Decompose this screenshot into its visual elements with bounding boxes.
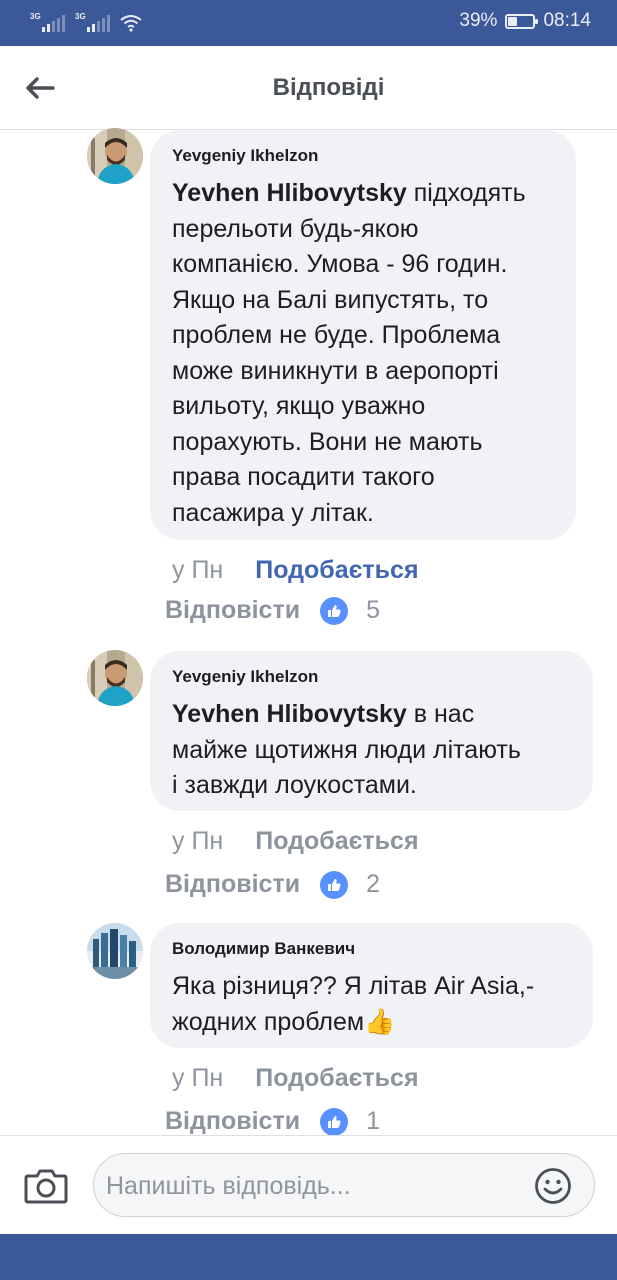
comment-time: у Пн: [172, 827, 224, 855]
like-button[interactable]: Подобається: [255, 1064, 418, 1093]
comment-time: у Пн: [172, 1064, 224, 1092]
status-bar: 3G 3G 39% 08:14: [0, 0, 617, 46]
like-count[interactable]: 5: [366, 596, 380, 625]
comment-bubble: Володимир Ванкевич Яка різниця?? Я літав…: [150, 923, 593, 1048]
comment-reply-row: Відповісти 1: [165, 1107, 380, 1136]
comment-author[interactable]: Володимир Ванкевич: [172, 939, 573, 959]
comment-actions: у Пн Подобається: [172, 827, 419, 856]
reply-composer: [0, 1135, 617, 1235]
clock: 08:14: [543, 10, 591, 31]
like-button[interactable]: Подобається: [255, 827, 418, 856]
thumbs-up-icon: [320, 596, 349, 625]
avatar[interactable]: [87, 923, 143, 979]
camera-button[interactable]: [24, 1166, 68, 1206]
thumbs-up-icon: [320, 1107, 349, 1136]
avatar[interactable]: [87, 650, 143, 706]
comment-author[interactable]: Yevgeniy Ikhelzon: [172, 146, 556, 166]
comment-bubble: Yevgeniy Ikhelzon Yevhen Hlibovytsky під…: [150, 130, 576, 540]
signal-icon: 3G: [30, 12, 65, 32]
comment-text: Yevhen Hlibovytsky підходять перельоти бу…: [172, 179, 526, 527]
comment-bubble: Yevgeniy Ikhelzon Yevhen Hlibovytsky в н…: [150, 651, 593, 811]
smiley-icon: [535, 1168, 571, 1204]
comment-text: Yevhen Hlibovytsky в нас майже щотижня лю…: [172, 700, 521, 799]
comment-text: Яка різниця?? Я літав Air Asia,- жодних п…: [172, 972, 535, 1036]
reply-button[interactable]: Відповісти: [165, 596, 300, 625]
like-count[interactable]: 1: [366, 1107, 380, 1136]
mention-link[interactable]: Yevhen Hlibovytsky: [172, 179, 407, 207]
comment-actions: у Пн Подобається: [172, 1064, 419, 1093]
wifi-icon: [120, 15, 142, 32]
status-right: 39% 08:14: [459, 10, 591, 32]
like-button[interactable]: Подобається: [255, 556, 418, 585]
page-title: Відповіді: [272, 74, 385, 101]
reply-button[interactable]: Відповісти: [165, 870, 300, 899]
comment-reply-row: Відповісти 5: [165, 596, 380, 625]
header: Відповіді: [0, 46, 617, 130]
emoji-button[interactable]: [534, 1167, 572, 1205]
battery-percent: 39%: [459, 10, 498, 31]
navigation-bar: [0, 1234, 617, 1280]
mention-link[interactable]: Yevhen Hlibovytsky: [172, 700, 407, 728]
reply-button[interactable]: Відповісти: [165, 1107, 300, 1136]
battery-icon: [505, 13, 539, 29]
reply-input[interactable]: [106, 1166, 516, 1206]
thumbs-up-icon: [320, 870, 349, 899]
avatar[interactable]: [87, 128, 143, 184]
signal-icon: 3G: [75, 12, 110, 32]
reply-input-container: [93, 1153, 595, 1217]
comment-author[interactable]: Yevgeniy Ikhelzon: [172, 667, 573, 687]
like-count[interactable]: 2: [366, 870, 380, 899]
comment-time: у Пн: [172, 556, 224, 584]
network-type-label: 3G: [75, 12, 86, 21]
comment-actions: у Пн Подобається: [172, 556, 419, 585]
network-type-label: 3G: [30, 12, 41, 21]
camera-icon: [24, 1169, 68, 1204]
network-indicators: 3G 3G: [30, 12, 142, 32]
comment-reply-row: Відповісти 2: [165, 870, 380, 899]
